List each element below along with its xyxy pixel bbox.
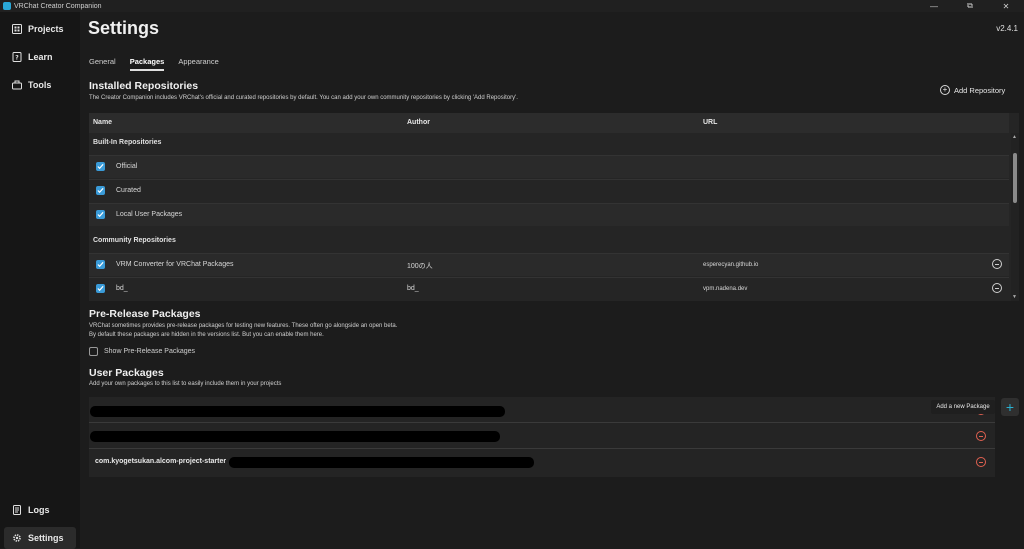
table-row: Curated (89, 179, 1009, 202)
tools-icon (12, 80, 22, 90)
remove-repository-button[interactable] (992, 283, 1002, 293)
sidebar-item-learn[interactable]: ? Learn (4, 46, 76, 68)
version-label: v2.4.1 (996, 24, 1018, 33)
check-icon (97, 285, 104, 292)
installed-repositories-title: Installed Repositories (89, 80, 199, 92)
sidebar: Projects ? Learn Tools Logs Settings (0, 12, 80, 549)
table-header: Name Author URL (89, 113, 1009, 133)
remove-package-button[interactable] (976, 431, 986, 441)
repository-checkbox[interactable] (96, 210, 105, 219)
table-row: Local User Packages (89, 203, 1009, 226)
user-packages-description: Add your own packages to this list to ea… (89, 381, 282, 387)
learn-icon: ? (12, 52, 22, 62)
projects-icon (12, 24, 22, 34)
svg-text:?: ? (15, 55, 19, 62)
list-item: com.kyogetsukan.alcom-project-starter (89, 449, 995, 475)
add-package-tooltip: Add a new Package (931, 400, 995, 414)
repository-name: bd_ (116, 285, 128, 292)
add-repository-button[interactable]: + Add Repository (940, 85, 1005, 95)
repository-url: vpm.nadena.dev (703, 286, 748, 292)
table-row: Official (89, 155, 1009, 178)
sidebar-item-tools[interactable]: Tools (4, 74, 76, 96)
prerelease-description-2: By default these packages are hidden in … (89, 332, 324, 338)
app-logo-icon (3, 2, 11, 10)
repository-author: bd_ (407, 285, 419, 292)
sidebar-item-projects[interactable]: Projects (4, 18, 76, 40)
check-icon (97, 187, 104, 194)
remove-repository-button[interactable] (992, 259, 1002, 269)
table-scrollbar[interactable]: ▲ ▼ (1011, 133, 1019, 301)
installed-repositories-description: The Creator Companion includes VRChat's … (89, 95, 518, 101)
sidebar-item-label: Settings (28, 533, 64, 543)
repository-checkbox[interactable] (96, 162, 105, 171)
show-prerelease-label: Show Pre-Release Packages (104, 348, 196, 355)
repository-name: Curated (116, 187, 141, 194)
user-package-path: com.kyogetsukan.alcom-project-starter (95, 458, 227, 465)
repository-checkbox[interactable] (96, 260, 105, 269)
redaction-bar (90, 406, 505, 417)
user-packages-list: com.kyogetsukan.alcom-project-starter (89, 397, 995, 477)
community-repositories-label: Community Repositories (93, 237, 176, 244)
window-title: VRChat Creator Companion (14, 2, 102, 10)
prerelease-title: Pre-Release Packages (89, 308, 201, 320)
sidebar-item-logs[interactable]: Logs (4, 499, 76, 521)
checkbox-box[interactable] (89, 347, 98, 356)
show-prerelease-checkbox[interactable]: Show Pre-Release Packages (89, 347, 195, 356)
tab-general[interactable]: General (89, 57, 116, 71)
add-repository-label: Add Repository (954, 85, 1006, 95)
sidebar-item-settings[interactable]: Settings (4, 527, 76, 549)
title-bar: VRChat Creator Companion — ⧉ ✕ (0, 0, 1024, 12)
close-button[interactable]: ✕ (988, 0, 1024, 12)
window-controls: — ⧉ ✕ (916, 0, 1024, 12)
column-header-name: Name (93, 119, 113, 126)
gear-icon (13, 534, 21, 542)
add-package-button[interactable]: + (1001, 398, 1019, 416)
repository-checkbox[interactable] (96, 284, 105, 293)
settings-tabs: General Packages Appearance (89, 57, 233, 71)
check-icon (97, 211, 104, 218)
remove-package-button[interactable] (976, 457, 986, 467)
repository-name: Local User Packages (116, 211, 183, 218)
scrollbar-thumb[interactable] (1013, 153, 1017, 203)
sidebar-item-label: Logs (28, 505, 50, 515)
scroll-up-arrow-icon[interactable]: ▲ (1012, 134, 1017, 140)
tab-packages[interactable]: Packages (129, 57, 165, 71)
check-icon (97, 163, 104, 170)
repository-name: VRM Converter for VRChat Packages (116, 261, 234, 268)
logs-icon (13, 505, 21, 515)
repository-author: 100の人 (407, 263, 433, 270)
repository-name: Official (116, 163, 138, 170)
plus-circle-icon: + (940, 85, 950, 95)
repository-checkbox[interactable] (96, 186, 105, 195)
table-row: VRM Converter for VRChat Packages 100の人 … (89, 253, 1009, 276)
sidebar-item-label: Projects (28, 24, 64, 34)
user-packages-title: User Packages (89, 367, 164, 379)
list-item (89, 397, 995, 423)
scroll-down-arrow-icon[interactable]: ▼ (1012, 294, 1017, 300)
minimize-button[interactable]: — (916, 0, 952, 12)
page-title: Settings (88, 18, 160, 38)
settings-page: Settings v2.4.1 General Packages Appeara… (80, 12, 1024, 548)
redaction-bar (229, 457, 534, 468)
sidebar-item-label: Learn (28, 52, 53, 62)
maximize-button[interactable]: ⧉ (952, 0, 988, 12)
repositories-table: Name Author URL Built-In Repositories Of… (89, 113, 1019, 301)
prerelease-description-1: VRChat sometimes provides pre-release pa… (89, 323, 398, 329)
column-header-url: URL (703, 119, 718, 126)
tab-appearance[interactable]: Appearance (178, 57, 218, 71)
column-header-author: Author (407, 119, 430, 126)
redaction-bar (90, 431, 500, 442)
list-item (89, 423, 995, 449)
check-icon (97, 261, 104, 268)
plus-icon: + (1005, 399, 1015, 415)
builtin-repositories-label: Built-In Repositories (93, 139, 162, 146)
repository-url: esperecyan.github.io (703, 262, 759, 268)
table-row: bd_ bd_ vpm.nadena.dev (89, 277, 1009, 300)
sidebar-item-label: Tools (28, 80, 52, 90)
